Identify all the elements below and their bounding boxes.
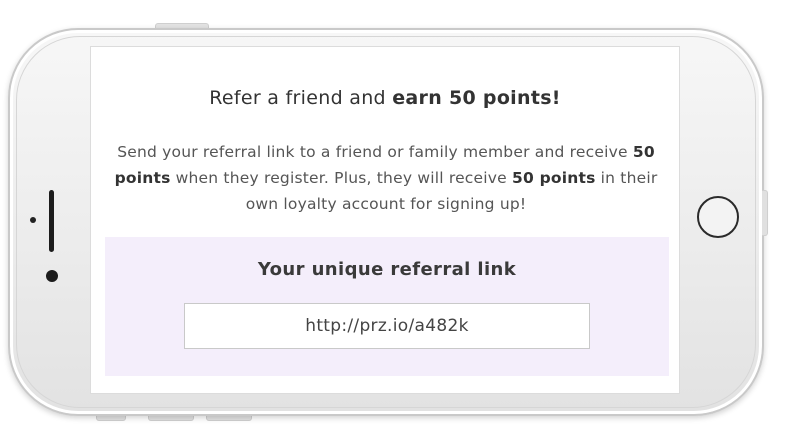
- proximity-sensor: [30, 217, 36, 223]
- referral-link-title: Your unique referral link: [257, 259, 517, 280]
- headline-text: Refer a friend and: [209, 87, 393, 109]
- referral-headline: Refer a friend and earn 50 points!: [91, 87, 679, 109]
- desc-text-2: when they register. Plus, they will rece…: [170, 169, 513, 187]
- referral-link-field[interactable]: http://prz.io/a482k: [184, 303, 590, 349]
- referral-link-panel: Your unique referral link http://prz.io/…: [105, 237, 669, 376]
- desc-text-1: Send your referral link to a friend or f…: [117, 143, 633, 161]
- referral-description: Send your referral link to a friend or f…: [111, 139, 661, 217]
- front-camera: [46, 270, 58, 282]
- side-button: [762, 190, 768, 236]
- home-button: [697, 196, 739, 238]
- device-mockup: Refer a friend and earn 50 points! Send …: [0, 0, 800, 448]
- headline-emphasis: earn 50 points!: [392, 87, 561, 109]
- phone-screen: Refer a friend and earn 50 points! Send …: [90, 46, 680, 394]
- desc-points-2: 50 points: [512, 169, 596, 187]
- earpiece-speaker: [49, 190, 54, 252]
